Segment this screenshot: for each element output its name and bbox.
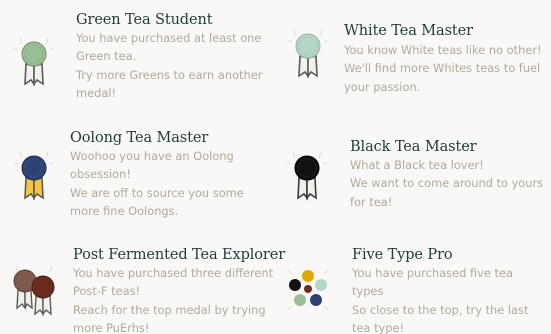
medal-description: What a Black tea lover! We want to come … xyxy=(350,156,551,211)
medal-description-line: You have purchased at least one Green te… xyxy=(76,31,262,64)
five-type-medal-icon xyxy=(286,268,330,328)
medal-description-line: You know White teas like no other! xyxy=(344,43,542,57)
medal-description-line: Woohoo you have an Oolong obsession! xyxy=(70,149,234,182)
medal-title: Oolong Tea Master xyxy=(70,130,209,146)
oolong-medal-icon xyxy=(12,150,56,210)
medal-title: Black Tea Master xyxy=(350,139,477,155)
medal-description-line: We are off to source you some more fine … xyxy=(70,185,244,219)
medal-card-post-fermented-tea-explorer: Post Fermented Tea Explorer You have pur… xyxy=(0,236,285,334)
medal-description: You have purchased three different Post-… xyxy=(73,264,279,334)
black-medal-icon xyxy=(285,150,329,210)
medal-description-line: You have purchased three different Post-… xyxy=(73,266,274,299)
medal-title: Post Fermented Tea Explorer xyxy=(73,247,286,263)
medal-title: White Tea Master xyxy=(344,23,473,39)
medal-description-line: So close to the top, try the last tea ty… xyxy=(352,302,529,334)
medals-grid: Green Tea Student You have purchased at … xyxy=(0,0,551,334)
medal-description-line: Try more Greens to earn another medal! xyxy=(76,67,263,101)
medal-title: Green Tea Student xyxy=(76,12,213,28)
medal-description: You have purchased at least one Green te… xyxy=(76,29,276,103)
medal-description: You have purchased five tea types So clo… xyxy=(352,264,532,334)
medal-title: Five Type Pro xyxy=(352,247,453,263)
medal-description-line: What a Black tea lover! xyxy=(350,158,484,172)
post-fermented-medal-icon xyxy=(10,264,60,324)
medal-card-white-tea-master: White Tea Master You know White teas lik… xyxy=(280,0,551,112)
medal-description: You know White teas like no other! We'll… xyxy=(344,41,551,96)
medal-card-five-type-pro: Five Type Pro You have purchased five te… xyxy=(280,236,551,334)
medal-description-line: We want to come around to yours for tea! xyxy=(350,176,544,209)
medal-description-line: Reach for the top medal by trying more P… xyxy=(73,302,266,334)
white-medal-icon xyxy=(286,28,330,88)
medal-card-oolong-tea-master: Oolong Tea Master Woohoo you have an Ool… xyxy=(0,120,280,232)
medal-card-black-tea-master: Black Tea Master What a Black tea lover!… xyxy=(280,120,551,232)
green-medal-icon xyxy=(12,36,56,96)
medal-description-line: We'll find more Whites teas to fuel your… xyxy=(344,61,541,94)
medal-description: Woohoo you have an Oolong obsession! We … xyxy=(70,147,276,221)
medal-description-line: You have purchased five tea types xyxy=(352,266,513,299)
medal-card-green-tea-student: Green Tea Student You have purchased at … xyxy=(0,0,280,112)
